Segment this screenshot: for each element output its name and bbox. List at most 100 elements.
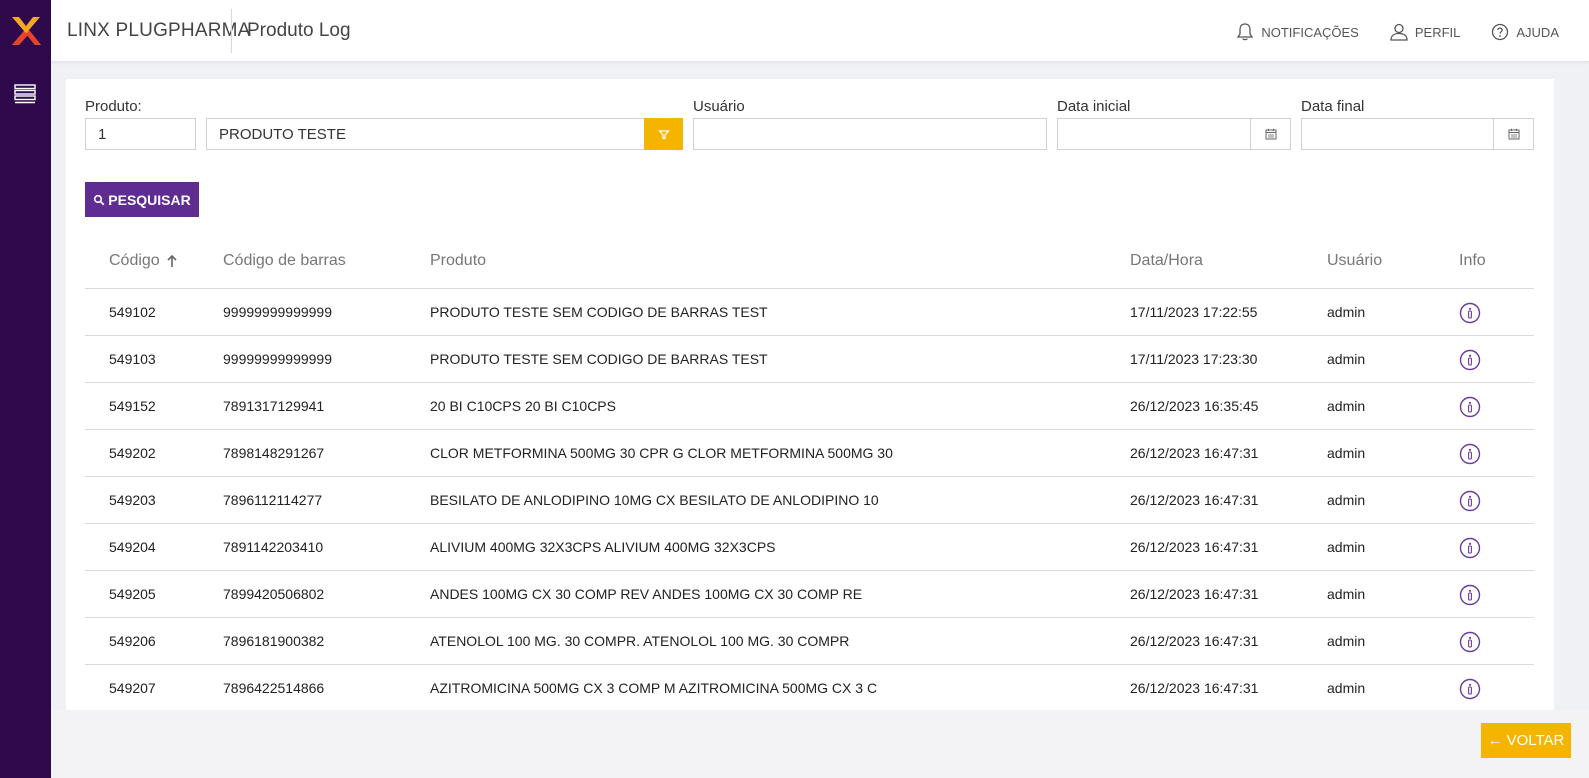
column-header-usuario[interactable]: Usuário — [1327, 252, 1382, 270]
cell-codigo: 549204 — [109, 539, 156, 555]
cell-usuario: admin — [1327, 586, 1366, 602]
search-button[interactable]: PESQUISAR — [85, 182, 199, 217]
data-inicial-input[interactable] — [1057, 118, 1291, 150]
footer-bar: ← VOLTAR — [51, 710, 1589, 778]
help-label: AJUDA — [1516, 24, 1559, 40]
column-header-codigo[interactable]: Código — [109, 252, 178, 270]
back-button[interactable]: ← VOLTAR — [1481, 723, 1571, 758]
produto-code-input[interactable]: 1 — [85, 118, 196, 150]
sort-ascending-icon — [167, 254, 177, 267]
cell-produto: ALIVIUM 400MG 32X3CPS ALIVIUM 400MG 32X3… — [430, 539, 776, 555]
info-icon[interactable] — [1459, 584, 1481, 606]
cell-usuario: admin — [1327, 680, 1366, 696]
table-row[interactable]: 549203 7896112114277 BESILATO DE ANLODIPIN… — [85, 477, 1534, 524]
column-header-codigo-barras[interactable]: Código de barras — [223, 252, 346, 270]
cell-codigo-barras: 7891317129941 — [223, 398, 325, 414]
search-button-label: PESQUISAR — [108, 191, 191, 208]
info-icon[interactable] — [1459, 631, 1481, 653]
cell-produto: ANDES 100MG CX 30 COMP REV ANDES 100MG C… — [430, 586, 863, 602]
table-row[interactable]: 549202 7898148291267 CLOR METFORMINA 500MG… — [85, 430, 1534, 477]
table-body: 549102 99999999999999 PRODUTO TESTE SEM CO… — [85, 289, 1534, 712]
produto-label: Produto: — [85, 98, 142, 115]
menu-icon[interactable] — [14, 84, 36, 104]
data-final-input[interactable] — [1301, 118, 1534, 150]
data-inicial-calendar-button[interactable] — [1250, 119, 1290, 149]
cell-data-hora: 26/12/2023 16:47:31 — [1130, 445, 1259, 461]
cell-data-hora: 26/12/2023 16:47:31 — [1130, 633, 1259, 649]
cell-data-hora: 26/12/2023 16:47:31 — [1130, 539, 1259, 555]
cell-codigo-barras: 7898148291267 — [223, 445, 325, 461]
cell-codigo: 549102 — [109, 304, 156, 320]
cell-produto: AZITROMICINA 500MG CX 3 COMP M AZITROMIC… — [430, 680, 878, 696]
filter-icon — [657, 130, 670, 140]
info-icon[interactable] — [1459, 443, 1481, 465]
cell-produto: ATENOLOL 100 MG. 30 COMPR. ATENOLOL 100 … — [430, 633, 850, 649]
sidebar — [0, 0, 51, 778]
search-icon — [94, 194, 105, 205]
table-row[interactable]: 549206 7896181900382 ATENOLOL 100 MG. 30 C… — [85, 618, 1534, 665]
back-arrow-icon: ← — [1487, 732, 1503, 749]
profile-label: PERFIL — [1414, 24, 1461, 40]
cell-usuario: admin — [1327, 398, 1366, 414]
data-final-calendar-button[interactable] — [1493, 119, 1533, 149]
cell-codigo: 549207 — [109, 680, 156, 696]
table-row[interactable]: 549103 99999999999999 PRODUTO TESTE SEM CO… — [85, 336, 1534, 383]
table-header: Código Código de barras Produto Data/Hor… — [85, 239, 1534, 289]
cell-usuario: admin — [1327, 351, 1366, 367]
help-icon — [1492, 23, 1509, 41]
cell-codigo-barras: 7891142203410 — [223, 539, 324, 555]
calendar-icon — [1508, 128, 1519, 140]
profile-button[interactable]: PERFIL — [1389, 22, 1461, 42]
usuario-label: Usuário — [693, 98, 745, 115]
cell-data-hora: 17/11/2023 17:22:55 — [1130, 304, 1258, 320]
table-row[interactable]: 549102 99999999999999 PRODUTO TESTE SEM CO… — [85, 289, 1534, 336]
column-header-data-hora[interactable]: Data/Hora — [1130, 252, 1203, 270]
usuario-input[interactable] — [693, 118, 1047, 150]
info-icon[interactable] — [1459, 490, 1481, 512]
help-button[interactable]: AJUDA — [1490, 22, 1559, 42]
table-row[interactable]: 549204 7891142203410 ALIVIUM 400MG 32X3CPS… — [85, 524, 1534, 571]
cell-data-hora: 26/12/2023 16:35:45 — [1130, 398, 1259, 414]
cell-codigo-barras: 99999999999999 — [223, 304, 333, 320]
cell-usuario: admin — [1327, 633, 1366, 649]
bell-icon — [1237, 23, 1254, 41]
column-header-codigo-label: Código — [109, 252, 160, 269]
cell-produto: PRODUTO TESTE SEM CODIGO DE BARRAS TEST — [430, 351, 768, 367]
brand-name: LINX PLUGPHARMA — [67, 20, 251, 41]
data-final-label: Data final — [1301, 98, 1365, 115]
info-icon[interactable] — [1459, 302, 1481, 324]
table-row[interactable]: 549152 7891317129941 20 BI C10CPS 20 BI C1… — [85, 383, 1534, 430]
cell-codigo: 549103 — [109, 351, 156, 367]
top-bar: LINX PLUGPHARMA Produto Log NOTIFICAÇÕES… — [51, 0, 1589, 62]
notifications-button[interactable]: NOTIFICAÇÕES — [1235, 22, 1359, 42]
table-row[interactable]: 549205 7899420506802 ANDES 100MG CX 30 COM… — [85, 571, 1534, 618]
info-icon[interactable] — [1459, 537, 1481, 559]
cell-codigo-barras: 7896112114277 — [223, 492, 323, 508]
table-row[interactable]: 549207 7896422514866 AZITROMICINA 500MG CX… — [85, 665, 1534, 712]
linx-logo[interactable] — [10, 13, 42, 49]
produto-filter-button[interactable] — [644, 118, 683, 150]
cell-produto: CLOR METFORMINA 500MG 30 CPR G CLOR METF… — [430, 445, 893, 461]
page-title: Produto Log — [247, 20, 351, 41]
column-header-produto[interactable]: Produto — [430, 252, 486, 270]
cell-produto: BESILATO DE ANLODIPINO 10MG CX BESILATO … — [430, 492, 879, 508]
info-icon[interactable] — [1459, 678, 1481, 700]
cell-codigo: 549152 — [109, 398, 156, 414]
info-icon[interactable] — [1459, 396, 1481, 418]
cell-data-hora: 26/12/2023 16:47:31 — [1130, 586, 1259, 602]
cell-codigo: 549202 — [109, 445, 156, 461]
column-header-info: Info — [1459, 252, 1486, 269]
cell-data-hora: 26/12/2023 16:47:31 — [1130, 680, 1259, 696]
top-actions: NOTIFICAÇÕES PERFIL AJUDA — [1235, 22, 1559, 42]
info-icon[interactable] — [1459, 349, 1481, 371]
back-button-label: VOLTAR — [1506, 732, 1565, 749]
cell-codigo: 549203 — [109, 492, 156, 508]
calendar-icon — [1265, 128, 1276, 140]
header-divider — [231, 9, 232, 53]
cell-codigo-barras: 99999999999999 — [223, 351, 333, 367]
produto-name-input[interactable]: PRODUTO TESTE — [206, 118, 645, 150]
content-panel: Produto: 1 PRODUTO TESTE Usuário Data in… — [66, 79, 1554, 719]
cell-usuario: admin — [1327, 492, 1366, 508]
cell-usuario: admin — [1327, 445, 1366, 461]
cell-produto: 20 BI C10CPS 20 BI C10CPS — [430, 398, 616, 414]
